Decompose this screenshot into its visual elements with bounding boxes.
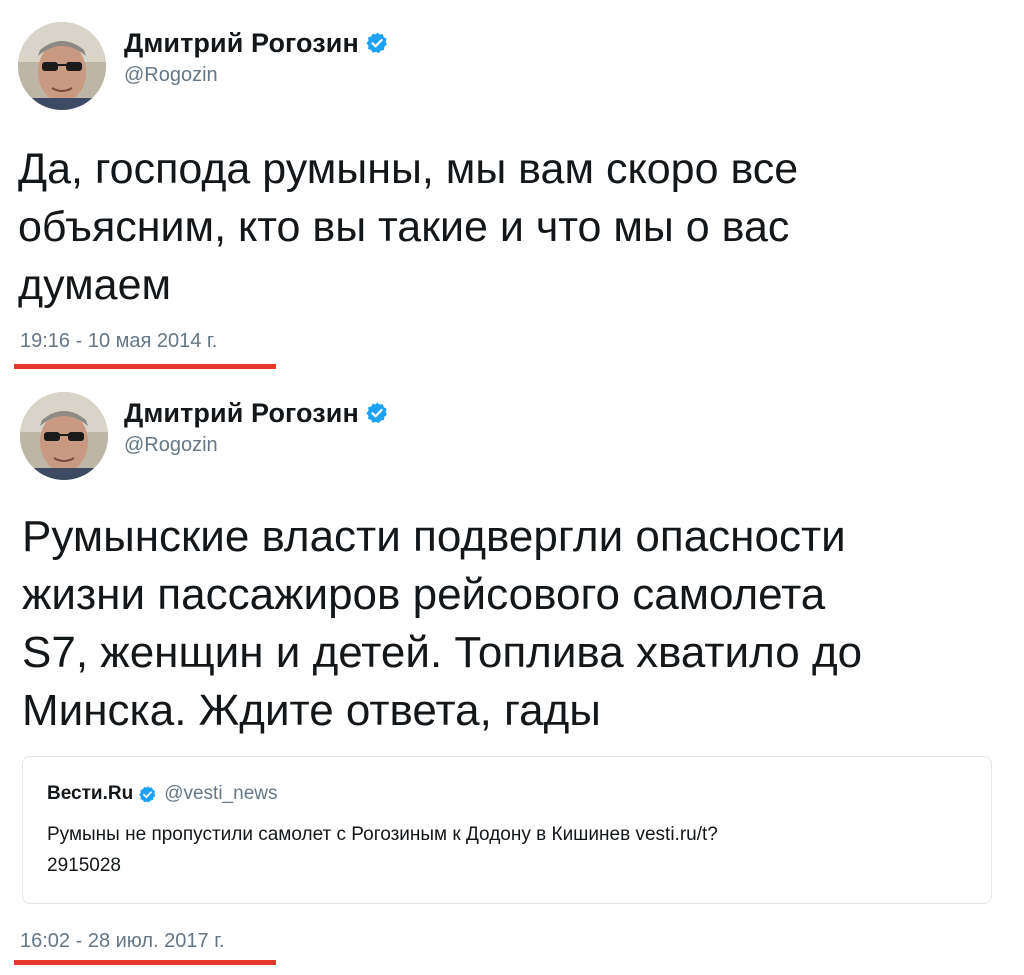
verified-badge-icon (365, 401, 389, 425)
tweet-timestamp[interactable]: 16:02 - 28 июл. 2017 г. (20, 930, 225, 953)
author-handle[interactable]: @Rogozin (124, 434, 389, 457)
author-name[interactable]: Дмитрий Рогозин (124, 398, 359, 429)
quoted-author-handle: @vesti_news (164, 783, 278, 804)
quoted-tweet-header: Вести.Ru @vesti_news (47, 783, 277, 805)
quoted-author-name: Вести.Ru (47, 783, 134, 804)
highlight-underline (14, 960, 276, 965)
quoted-tweet-text: Румыны не пропустили самолет с Рогозиным… (47, 824, 718, 876)
quoted-tweet[interactable]: Вести.Ru @vesti_news Румыны не пропустил… (22, 756, 992, 904)
tweet-2: Дмитрий Рогозин @Rogozin Румынские власт… (0, 0, 1024, 975)
author-block: Дмитрий Рогозин @Rogozin (124, 396, 389, 457)
author-avatar[interactable] (20, 392, 108, 480)
tweet-text: Румынские власти подвергли опасности жиз… (22, 512, 863, 735)
verified-badge-icon (138, 785, 157, 804)
